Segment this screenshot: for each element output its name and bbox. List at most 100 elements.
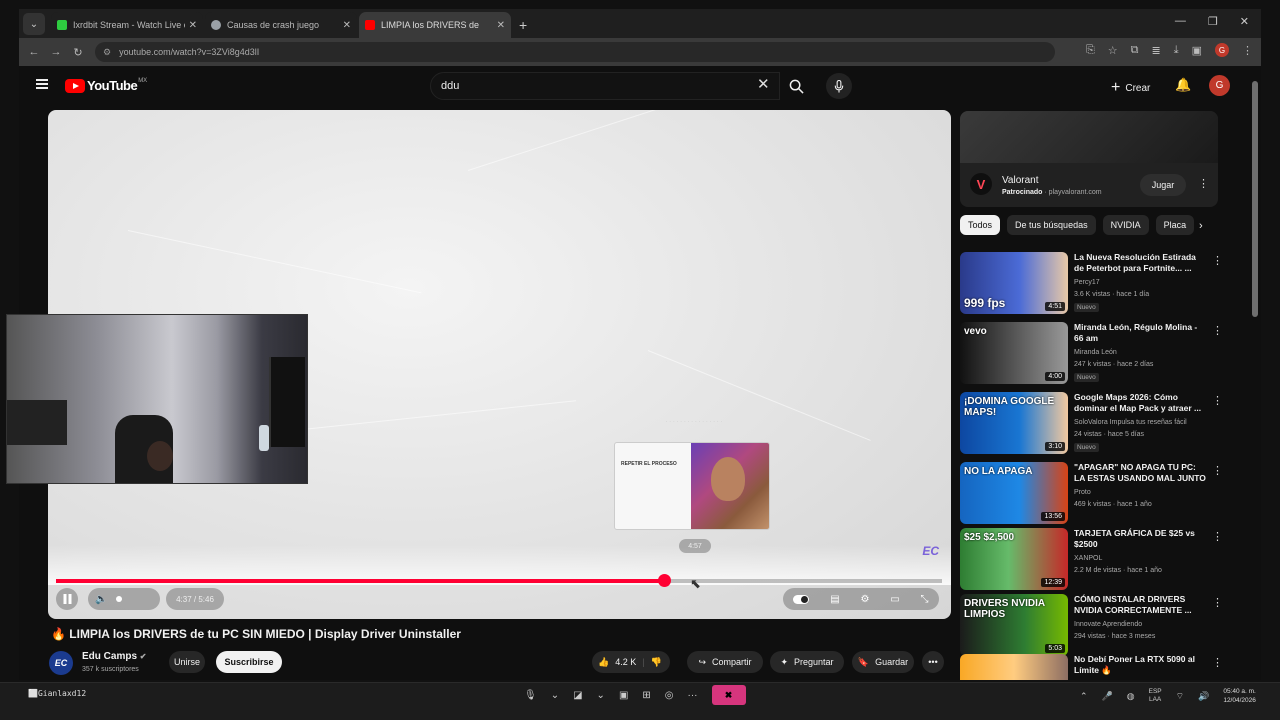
recommendation-title[interactable]: TARJETA GRÁFICA DE $25 vs $2500 bbox=[1074, 528, 1206, 550]
recommendation-thumbnail[interactable]: DRIVERS NVIDIA LIMPIOS 5:03 bbox=[960, 594, 1068, 656]
item-menu-icon[interactable]: ⋮ bbox=[1212, 656, 1223, 669]
recommendation-thumbnail[interactable]: vevo 4:00 bbox=[960, 322, 1068, 384]
recommendation-item[interactable]: DRIVERS NVIDIA LIMPIOS 5:03 CÓMO INSTALAR … bbox=[960, 594, 1223, 658]
cast-icon[interactable]: ⎘ bbox=[1086, 44, 1095, 57]
channel-avatar[interactable]: EC bbox=[49, 651, 73, 675]
recommendation-title[interactable]: Google Maps 2026: Cómo dominar el Map Pa… bbox=[1074, 392, 1206, 414]
recommendation-item[interactable]: 999 fps 4:51 La Nueva Resolución Estirada … bbox=[960, 252, 1223, 316]
recommendation-thumbnail[interactable]: NO LA APAGA 13:56 bbox=[960, 462, 1068, 524]
theater-mode-icon[interactable]: ▭ bbox=[890, 594, 899, 605]
tab-1[interactable]: Causas de crash juego ✕ bbox=[205, 12, 357, 38]
hamburger-menu-icon[interactable] bbox=[36, 79, 48, 89]
recommendation-item[interactable]: NO LA APAGA 13:56 "APAGAR" NO APAGA TU PC:… bbox=[960, 462, 1223, 526]
search-input[interactable]: ddu bbox=[430, 72, 780, 100]
effects-icon[interactable]: ◎ bbox=[665, 690, 674, 701]
clear-search-icon[interactable]: ✕ bbox=[757, 75, 770, 93]
kebab-menu-icon[interactable]: ⋮ bbox=[1242, 44, 1253, 57]
new-tab-plus-icon[interactable]: + bbox=[519, 17, 527, 33]
subtitles-icon[interactable]: ▤ bbox=[830, 594, 839, 605]
youtube-logo[interactable]: YouTube MX bbox=[65, 78, 147, 93]
ad-menu-icon[interactable]: ⋮ bbox=[1198, 177, 1209, 190]
speaker-icon[interactable]: 🔊 bbox=[1198, 691, 1209, 702]
tab-0[interactable]: Ixrdbit Stream - Watch Live on ✕ bbox=[51, 12, 203, 38]
notifications-bell-icon[interactable]: 🔔 bbox=[1175, 77, 1191, 93]
dislike-icon[interactable]: 👎 bbox=[651, 657, 662, 668]
download-icon[interactable]: ⤓ bbox=[1174, 44, 1179, 57]
back-arrow-icon[interactable]: ← bbox=[23, 46, 45, 58]
close-window-icon[interactable]: ✕ bbox=[1240, 15, 1249, 28]
chip-placa[interactable]: Placa bbox=[1155, 215, 1195, 235]
more-horizontal-icon[interactable]: ··· bbox=[688, 690, 698, 701]
tab-search-menu[interactable]: ⌄ bbox=[23, 13, 45, 35]
voice-search-button[interactable] bbox=[826, 73, 852, 99]
volume-slider-knob[interactable] bbox=[116, 596, 123, 602]
channel-watermark[interactable]: EC bbox=[922, 544, 939, 558]
recommendation-item[interactable]: $25 $2,500 12:39 TARJETA GRÁFICA DE $25 vs… bbox=[960, 528, 1223, 592]
forward-arrow-icon[interactable]: → bbox=[45, 46, 67, 58]
share-button[interactable]: ↪ Compartir bbox=[687, 651, 763, 673]
pause-button[interactable] bbox=[56, 588, 78, 610]
camera-off-icon[interactable]: ◪ bbox=[573, 690, 582, 701]
scrollbar-thumb[interactable] bbox=[1252, 81, 1258, 317]
more-actions-button[interactable]: ••• bbox=[922, 651, 944, 673]
settings-gear-icon[interactable]: ⚙ bbox=[860, 594, 869, 605]
present-icon[interactable]: ▣ bbox=[619, 690, 628, 701]
item-menu-icon[interactable]: ⋮ bbox=[1212, 464, 1223, 477]
close-icon[interactable]: ✕ bbox=[189, 20, 197, 31]
wifi-icon[interactable]: ⌔ bbox=[1176, 691, 1184, 702]
bookmark-star-icon[interactable]: ☆ bbox=[1108, 44, 1118, 57]
chevron-up-icon[interactable]: ⌃ bbox=[1080, 691, 1088, 702]
minimize-icon[interactable]: — bbox=[1175, 15, 1186, 28]
save-button[interactable]: 🔖 Guardar bbox=[852, 651, 914, 673]
screenshot-icon[interactable]: ▣ bbox=[1192, 44, 1202, 57]
extensions-icon[interactable]: ⧉ bbox=[1131, 44, 1139, 57]
search-button[interactable] bbox=[780, 72, 812, 100]
profile-avatar[interactable]: G bbox=[1215, 43, 1229, 57]
tab-2[interactable]: LIMPIA los DRIVERS de ✕ bbox=[359, 12, 511, 38]
volume-icon[interactable]: 🔈 bbox=[95, 594, 107, 605]
end-call-button[interactable]: ✖ bbox=[711, 685, 746, 705]
clock[interactable]: 05:40 a. m. 12/04/2026 bbox=[1223, 687, 1256, 705]
restore-icon[interactable]: ❐ bbox=[1208, 15, 1218, 28]
subscribe-button[interactable]: Suscribirse bbox=[216, 651, 282, 673]
volume-control[interactable]: 🔈 bbox=[88, 588, 160, 610]
channel-name[interactable]: Edu Camps ✔ bbox=[82, 651, 147, 662]
site-info-icon[interactable]: ⚙ bbox=[103, 47, 111, 58]
recommendation-thumbnail[interactable]: $25 $2,500 12:39 bbox=[960, 528, 1068, 590]
network-globe-icon[interactable]: ◍ bbox=[1127, 691, 1135, 702]
item-menu-icon[interactable]: ⋮ bbox=[1212, 596, 1223, 609]
apps-grid-icon[interactable]: ⊞ bbox=[642, 690, 650, 701]
recommendation-item[interactable]: ¡DOMINA GOOGLE MAPS! 3:10 Google Maps 2026… bbox=[960, 392, 1223, 456]
url-field[interactable]: ⚙ youtube.com/watch?v=3ZVi8g4d3lI bbox=[95, 42, 1055, 62]
autoplay-toggle[interactable] bbox=[793, 594, 810, 604]
fullscreen-icon[interactable]: ⤡ bbox=[921, 594, 929, 605]
recommendation-title[interactable]: La Nueva Resolución Estirada de Peterbot… bbox=[1074, 252, 1206, 274]
recommendation-title[interactable]: No Debí Poner La RTX 5090 al Límite 🔥 bbox=[1074, 654, 1206, 676]
chevron-down-icon[interactable]: ⌄ bbox=[597, 690, 605, 701]
close-icon[interactable]: ✕ bbox=[497, 20, 505, 31]
item-menu-icon[interactable]: ⋮ bbox=[1212, 324, 1223, 337]
ad-cta-button[interactable]: Jugar bbox=[1140, 174, 1186, 196]
recommendation-title[interactable]: CÓMO INSTALAR DRIVERS NVIDIA CORRECTAMEN… bbox=[1074, 594, 1206, 616]
language-indicator[interactable]: ESP LAA bbox=[1149, 688, 1162, 704]
ad-banner-image[interactable] bbox=[960, 111, 1218, 163]
item-menu-icon[interactable]: ⋮ bbox=[1212, 530, 1223, 543]
recommendation-thumbnail[interactable]: ¡DOMINA GOOGLE MAPS! 3:10 bbox=[960, 392, 1068, 454]
chip-nvidia[interactable]: NVIDIA bbox=[1102, 215, 1149, 235]
chevron-right-icon[interactable]: › bbox=[1199, 220, 1203, 232]
like-count[interactable]: 4.2 K bbox=[615, 657, 636, 667]
recommendation-title[interactable]: Miranda León, Régulo Molina - 66 am bbox=[1074, 322, 1206, 344]
recommendation-item[interactable]: 999 C No Debí Poner La RTX 5090 al Límite… bbox=[960, 654, 1223, 680]
item-menu-icon[interactable]: ⋮ bbox=[1212, 394, 1223, 407]
microphone-tray-icon[interactable]: 🎤 bbox=[1102, 691, 1113, 702]
close-icon[interactable]: ✕ bbox=[343, 20, 351, 31]
ask-button[interactable]: ✦ Preguntar bbox=[770, 651, 844, 673]
mic-icon[interactable]: 🎙 bbox=[524, 690, 537, 701]
sponsored-ad[interactable]: V Valorant Patrocinado · playvalorant.co… bbox=[960, 111, 1218, 207]
reload-icon[interactable]: ↻ bbox=[67, 46, 89, 59]
reading-list-icon[interactable]: ≣ bbox=[1152, 44, 1161, 57]
recommendation-title[interactable]: "APAGAR" NO APAGA TU PC: LA ESTAS USANDO… bbox=[1074, 462, 1206, 486]
recommendation-thumbnail[interactable]: 999 C bbox=[960, 654, 1068, 680]
recommendation-item[interactable]: vevo 4:00 Miranda León, Régulo Molina - 66… bbox=[960, 322, 1223, 386]
chevron-down-icon[interactable]: ⌄ bbox=[551, 690, 559, 701]
